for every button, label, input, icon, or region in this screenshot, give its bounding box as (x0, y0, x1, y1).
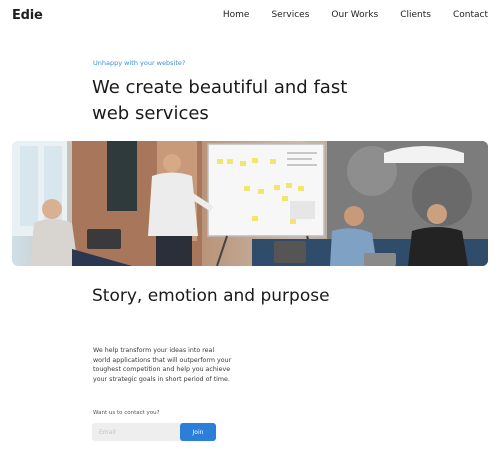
contact-form: Join (92, 423, 216, 441)
section-body: We help transform your ideas into real w… (93, 347, 232, 383)
nav-contact[interactable]: Contact (453, 10, 488, 20)
hero-title: We create beautiful and fast web service… (92, 77, 348, 124)
logo[interactable]: Edie (12, 8, 43, 23)
main-nav: Home Services Our Works Clients Contact (201, 10, 488, 20)
contact-label: Want us to contact you? (93, 410, 160, 416)
nav-home[interactable]: Home (223, 10, 250, 20)
nav-clients[interactable]: Clients (400, 10, 431, 20)
hero-image (12, 141, 488, 266)
section-title: Story, emotion and purpose (92, 286, 330, 306)
hero-eyebrow: Unhappy with your website? (93, 59, 186, 67)
nav-services[interactable]: Services (271, 10, 309, 20)
email-input[interactable] (92, 423, 182, 441)
nav-our-works[interactable]: Our Works (331, 10, 378, 20)
join-button[interactable]: Join (180, 423, 216, 441)
